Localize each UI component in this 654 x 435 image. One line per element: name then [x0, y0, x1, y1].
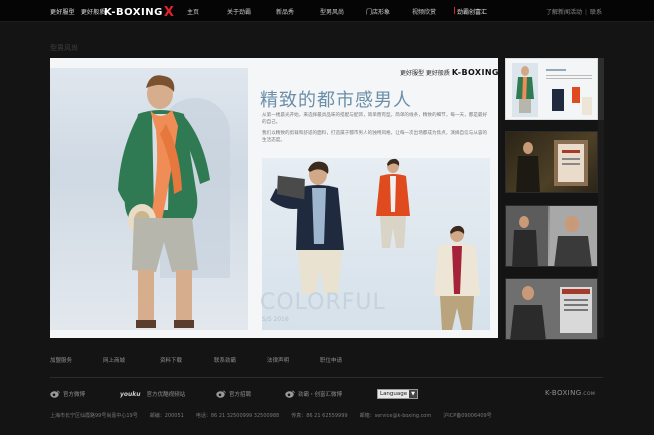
weibo-icon [50, 390, 60, 398]
weibo-label: 官方微博 [63, 392, 86, 398]
magazine-slogan: 更好服型 更好般质 [400, 70, 450, 77]
scrollbar-thumb[interactable] [598, 58, 604, 120]
contact-postcode: 邮编：200051 [149, 413, 184, 419]
club-weibo-label: 劲霸・创富汇微博 [298, 392, 343, 398]
footer-logo[interactable]: K-BOXING.COM [545, 389, 595, 397]
site-logo[interactable]: K-BOXINGX [104, 4, 175, 20]
magazine-logo: K-BOXING [451, 68, 498, 77]
language-select[interactable]: Language ▼ [377, 389, 418, 399]
brand-slogan: 更好服型 更好般质 [50, 7, 112, 16]
footer-link-legal[interactable]: 法律声明 [267, 356, 289, 364]
model-red-jacket-figure [376, 158, 410, 248]
magazine-paragraph: 我们以精致的剪裁和舒适的面料，打造属于都市男人的独特风格，让每一次出场都成为焦点… [262, 131, 488, 143]
footer-link-franchise[interactable]: 加盟服务 [50, 356, 72, 364]
thumbnail-image [506, 206, 597, 266]
nav-item-about[interactable]: 关于劲霸 [227, 7, 251, 16]
nav-item-new-products[interactable]: 新品秀 [276, 7, 294, 16]
footer-divider [50, 377, 603, 378]
thumbnail-image [516, 140, 588, 192]
divider: | [584, 9, 587, 16]
model-navy-jacket-figure [270, 161, 344, 294]
logo-text: K-BOXING [104, 7, 163, 18]
contact-fax: 传真：86 21 62559999 [291, 413, 348, 419]
feature-image[interactable]: 更好服型 更好般质 K-BOXINGX 精致的都市感男人 从第一缕晨光开始，来选… [50, 58, 498, 338]
colorful-headline: COLORFUL [260, 290, 386, 315]
nav-item-wealth-club[interactable]: 劲霸创富汇 [453, 7, 487, 16]
footer-links: 加盟服务 网上商城 资料下载 联系劲霸 法律声明 职位申请 [50, 356, 610, 366]
section-label: 型男风尚 [50, 44, 78, 52]
thumbnail-3[interactable] [505, 205, 598, 267]
nav-item-style[interactable]: 型男风尚 [320, 7, 344, 16]
slogan-text-2: 更好般质 [80, 9, 106, 16]
contact-email: 邮箱：service@k-boxing.com [359, 413, 432, 419]
language-label: Language [380, 391, 408, 397]
youku-label: 官方优酷视频站 [146, 392, 186, 398]
contact-info: 上海市长宁区仙霞路99号尚嘉中心19号 邮编：200051 电话：86 21 325… [50, 412, 504, 419]
thumbnail-2[interactable] [505, 131, 598, 193]
recruitment-link[interactable]: 官方招聘 [216, 390, 251, 398]
footer-link-online-store[interactable]: 网上商城 [103, 356, 125, 364]
nav-item-home[interactable]: 主页 [187, 7, 199, 16]
thumbnail-4[interactable] [505, 278, 598, 340]
thumbnail-1[interactable] [505, 58, 598, 120]
footer-link-jobs[interactable]: 职位申请 [320, 356, 342, 364]
model-green-jacket-figure [118, 75, 210, 328]
recruitment-label: 官方招聘 [229, 392, 252, 398]
weibo-link[interactable]: 官方微博 [50, 390, 85, 398]
footer-link-contact[interactable]: 联系劲霸 [214, 356, 236, 364]
season-label: S/S 2016 [262, 316, 289, 323]
club-weibo-link[interactable]: 劲霸・创富汇微博 [285, 390, 342, 398]
youku-link[interactable]: youku 官方优酷视频站 [120, 390, 186, 399]
news-link[interactable]: 了解新闻活动 [546, 9, 582, 16]
contact-link[interactable]: 联系 [590, 9, 602, 16]
logo-mark-icon: X [163, 5, 175, 20]
thumbnail-image [506, 279, 597, 339]
weibo-icon [216, 390, 226, 398]
footer-logo-text: K-BOXING [545, 389, 582, 397]
footer-logo-suffix: .COM [581, 392, 596, 397]
top-bar: 更好服型 更好般质 K-BOXINGX 主页 关于劲霸 新品秀 型男风尚 门店形象… [0, 0, 654, 22]
thumbnail-image [506, 59, 597, 119]
slogan-text-1: 更好服型 [50, 9, 75, 16]
youku-icon: youku [120, 390, 141, 398]
model-beige-jacket-figure [434, 225, 480, 330]
weibo-icon [285, 390, 295, 398]
nav-item-videos[interactable]: 视频欣赏 [412, 7, 436, 16]
contact-icp: 沪ICP备09006409号 [443, 413, 492, 419]
nav-item-stores[interactable]: 门店形象 [366, 7, 390, 16]
magazine-paragraph: 从第一缕晨光开始，来选择最具品味的搭配与配饰，简单而有型。简单的线条，精致的细节… [262, 113, 488, 125]
contact-phone: 电话：86 21 32500999 32500988 [195, 413, 280, 419]
contact-address: 上海市长宁区仙霞路99号尚嘉中心19号 [50, 413, 138, 419]
magazine-title: 精致的都市感男人 [260, 90, 412, 111]
thumbnail-scrollbar[interactable] [598, 58, 604, 338]
chevron-down-icon: ▼ [409, 390, 417, 398]
footer-link-downloads[interactable]: 资料下载 [160, 356, 182, 364]
magazine-brand: 更好服型 更好般质 K-BOXINGX [400, 68, 498, 78]
top-links: 了解新闻活动 | 联系 [546, 7, 602, 16]
